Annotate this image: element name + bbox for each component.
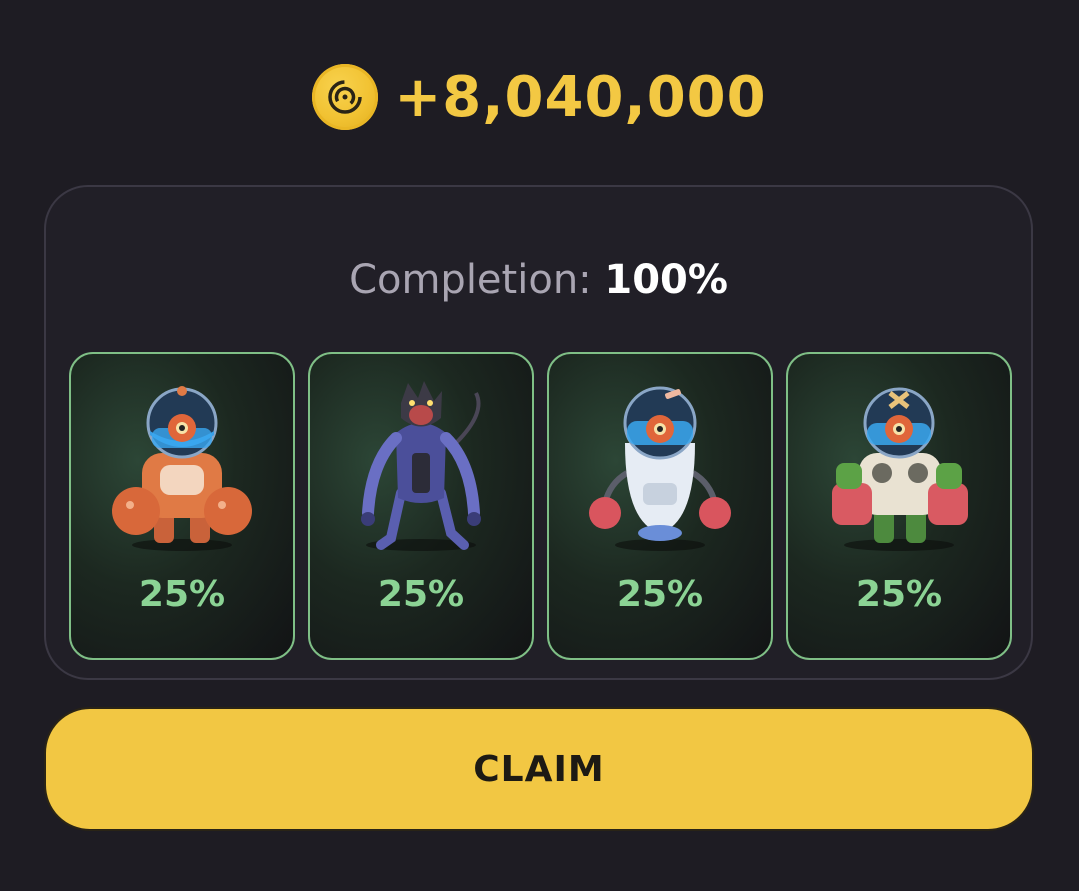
character-percent: 25% <box>138 574 226 615</box>
completion-label: Completion: <box>349 257 592 303</box>
completion-status: Completion: 100% <box>46 257 1031 303</box>
white-egg-boxer-robot-icon <box>549 368 771 558</box>
green-diver-robot-icon <box>788 368 1010 558</box>
character-percent: 25% <box>855 574 943 615</box>
spiral-coin-icon <box>312 64 379 130</box>
purple-werewolf-mech-icon <box>310 368 532 558</box>
character-tile-werewolf[interactable]: 25% <box>308 352 534 660</box>
character-tile-green-robot[interactable]: 25% <box>786 352 1012 660</box>
completion-card: Completion: 100% 25% 25% 25% 25% <box>44 185 1033 680</box>
character-tiles: 25% 25% 25% 25% <box>69 352 1012 660</box>
claim-button-label: CLAIM <box>473 748 605 790</box>
completion-value: 100% <box>604 257 728 303</box>
character-percent: 25% <box>616 574 704 615</box>
character-percent: 25% <box>377 574 465 615</box>
claim-button[interactable]: CLAIM <box>44 707 1034 831</box>
character-tile-orange-robot[interactable]: 25% <box>69 352 295 660</box>
reward-amount: +8,040,000 <box>394 64 767 130</box>
character-tile-egg-robot[interactable]: 25% <box>547 352 773 660</box>
orange-diver-robot-icon <box>71 368 293 558</box>
reward-header: +8,040,000 <box>0 62 1079 132</box>
